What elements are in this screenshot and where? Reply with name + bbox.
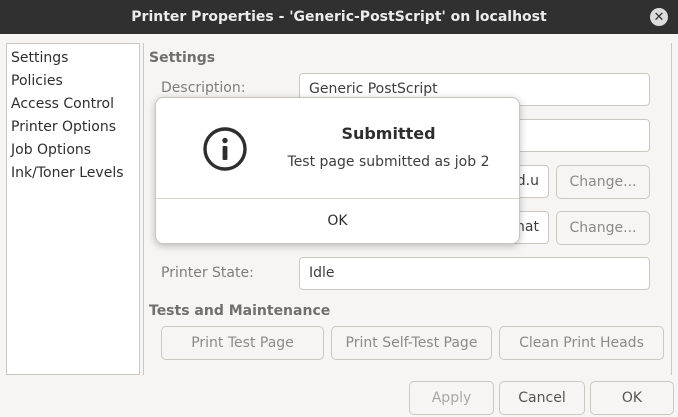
print-test-page-button[interactable]: Print Test Page — [161, 326, 324, 360]
description-label: Description: — [161, 80, 246, 96]
close-icon[interactable]: ✕ — [650, 8, 668, 26]
printer-state-field: Idle — [299, 257, 650, 290]
tests-section-title: Tests and Maintenance — [149, 303, 331, 319]
dialog-title: Submitted — [341, 124, 436, 143]
submitted-dialog: Submitted Test page submitted as job 2 O… — [155, 97, 520, 244]
dialog-message: Test page submitted as job 2 — [287, 154, 490, 170]
sidebar-item-policies[interactable]: Policies — [7, 70, 139, 93]
print-self-test-page-button[interactable]: Print Self-Test Page — [331, 326, 492, 360]
ok-button[interactable]: OK — [590, 381, 674, 415]
sidebar: Settings Policies Access Control Printer… — [6, 43, 140, 375]
dialog-ok-button[interactable]: OK — [156, 199, 519, 243]
settings-section-title: Settings — [149, 50, 216, 66]
cancel-button[interactable]: Cancel — [499, 381, 585, 415]
info-icon — [203, 127, 247, 171]
apply-button[interactable]: Apply — [409, 381, 494, 415]
sidebar-item-settings[interactable]: Settings — [7, 47, 139, 70]
window-title: Printer Properties - 'Generic-PostScript… — [131, 9, 547, 25]
window-titlebar: Printer Properties - 'Generic-PostScript… — [0, 0, 678, 34]
sidebar-item-printer-options[interactable]: Printer Options — [7, 116, 139, 139]
sidebar-item-ink-toner-levels[interactable]: Ink/Toner Levels — [7, 162, 139, 185]
clean-print-heads-button[interactable]: Clean Print Heads — [499, 326, 664, 360]
sidebar-item-job-options[interactable]: Job Options — [7, 139, 139, 162]
change-device-uri-button[interactable]: Change... — [556, 165, 650, 199]
printer-state-label: Printer State: — [161, 265, 254, 281]
sidebar-item-access-control[interactable]: Access Control — [7, 93, 139, 116]
change-make-model-button[interactable]: Change... — [556, 211, 650, 245]
